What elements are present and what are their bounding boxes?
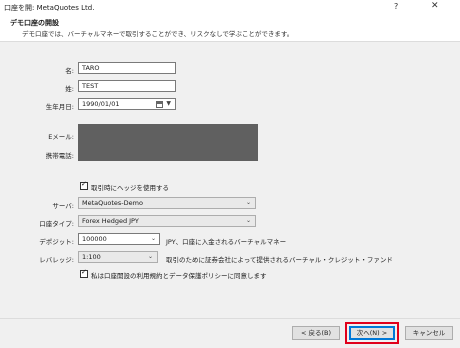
server-value: MetaQuotes-Demo: [82, 199, 143, 207]
chevron-down-icon: ⌄: [147, 253, 153, 260]
hedge-checkbox-label: 取引時にヘッジを使用する: [91, 184, 169, 192]
first-name-label: 名:: [65, 67, 74, 75]
next-button-highlight: [345, 322, 399, 344]
chevron-down-icon[interactable]: ⌄: [151, 234, 156, 244]
last-name-label: 姓:: [65, 85, 74, 93]
deposit-value: 100000: [82, 235, 107, 243]
back-button[interactable]: < 戻る(B): [292, 326, 340, 340]
cancel-button[interactable]: キャンセル: [405, 326, 453, 340]
title-bar: 口座を開: MetaQuotes Ltd. ? ✕: [0, 0, 460, 14]
birthday-value: 1990/01/01: [82, 100, 120, 108]
server-select[interactable]: MetaQuotes-Demo ⌄: [78, 197, 256, 209]
phone-label: 携帯電話:: [45, 152, 74, 160]
leverage-label: レバレッジ:: [39, 256, 74, 264]
leverage-note: 取引のために証券会社によって提供されるバーチャル・クレジット・ファンド: [166, 256, 393, 264]
deposit-combo[interactable]: 100000 ⌄: [78, 233, 160, 245]
window-title: 口座を開: MetaQuotes Ltd.: [4, 4, 95, 12]
leverage-select[interactable]: 1:100 ⌄: [78, 251, 158, 263]
account-type-label: 口座タイプ:: [39, 220, 74, 228]
help-button[interactable]: ?: [394, 2, 398, 11]
agree-checkbox-label: 私は口座開設の利用規約とデータ保護ポリシーに同意します: [91, 272, 267, 280]
chevron-down-icon: ⌄: [245, 217, 251, 224]
dialog-header: デモ口座の開設 デモ口座では、バーチャルマネーで取引することができ、リスクなしで…: [0, 14, 460, 42]
deposit-note: JPY、口座に入金されるバーチャルマネー: [166, 238, 287, 246]
server-label: サーバ:: [52, 202, 74, 210]
last-name-input[interactable]: TEST: [78, 80, 176, 92]
header-title: デモ口座の開設: [10, 19, 59, 27]
email-label: Eメール:: [48, 133, 74, 141]
agree-checkbox[interactable]: [80, 268, 88, 278]
account-type-value: Forex Hedged JPY: [82, 217, 139, 225]
account-type-select[interactable]: Forex Hedged JPY ⌄: [78, 215, 256, 227]
chevron-down-icon: ⌄: [245, 199, 251, 206]
birthday-label: 生年月日:: [45, 103, 74, 111]
header-subtitle: デモ口座では、バーチャルマネーで取引することができ、リスクなしで学ぶことができま…: [22, 30, 294, 38]
redacted-contact-fields: [78, 124, 258, 161]
chevron-down-icon[interactable]: ▼: [166, 99, 171, 109]
birthday-picker[interactable]: 1990/01/01 ▼: [78, 98, 176, 110]
calendar-icon[interactable]: [156, 101, 163, 108]
deposit-label: デポジット:: [39, 238, 74, 246]
first-name-input[interactable]: TARO: [78, 62, 176, 74]
hedge-checkbox[interactable]: [80, 180, 88, 190]
leverage-value: 1:100: [82, 253, 101, 261]
close-button[interactable]: ✕: [431, 1, 439, 11]
